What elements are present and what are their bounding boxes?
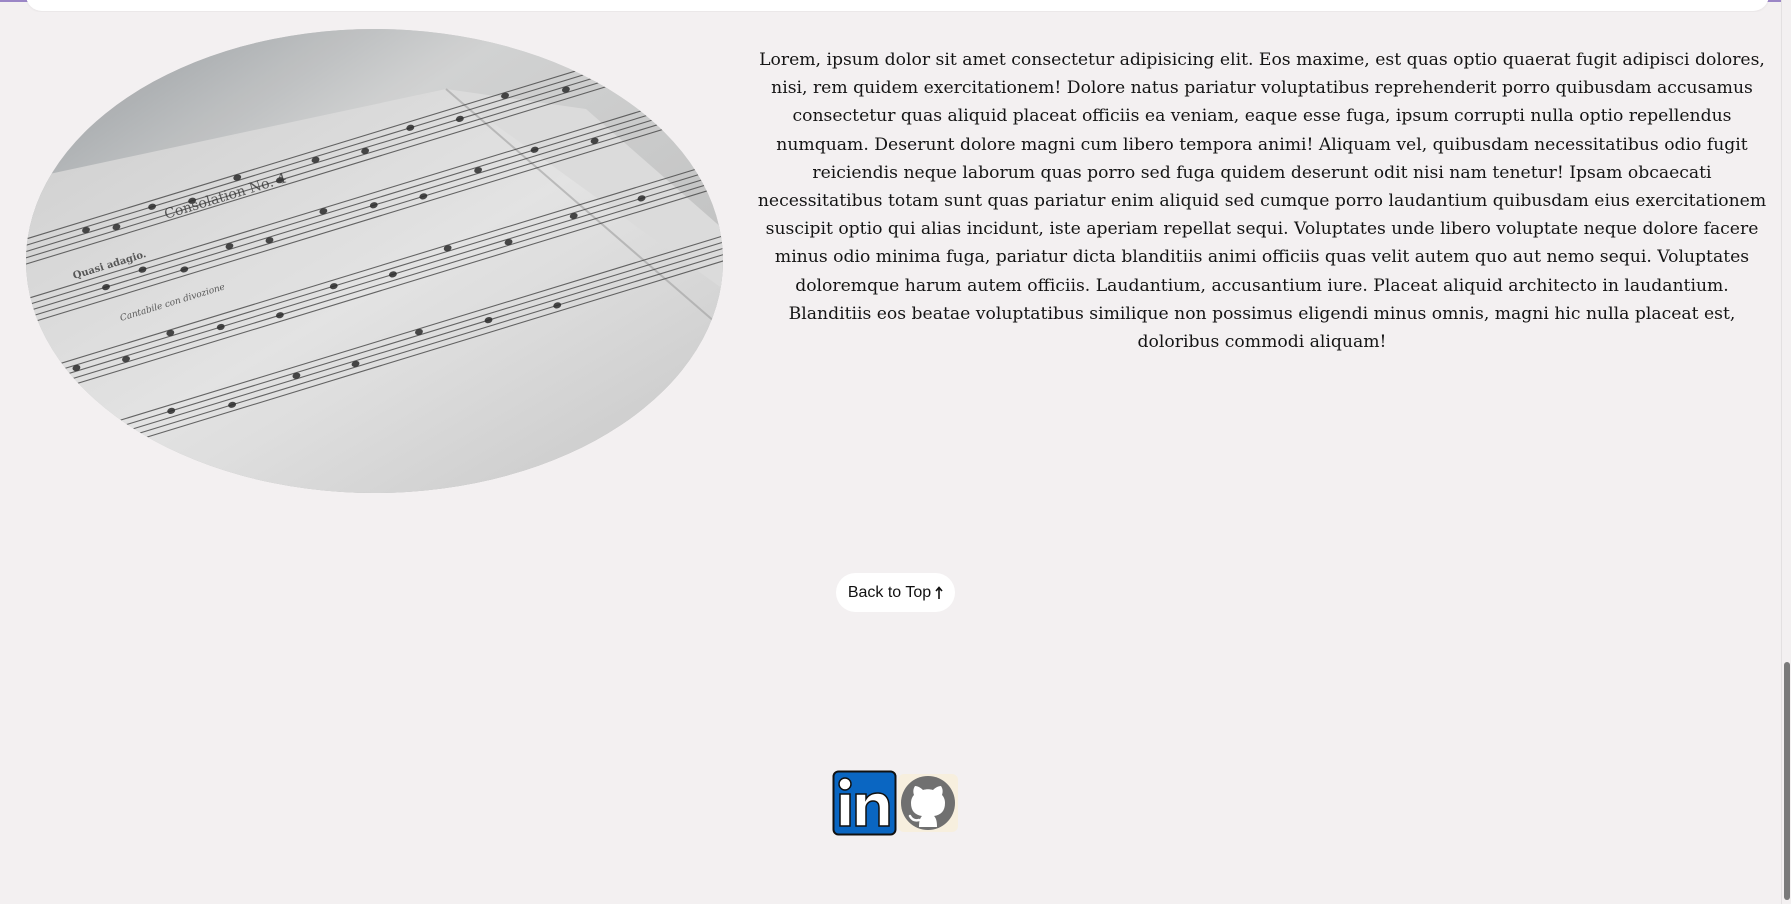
back-to-top-button[interactable]: Back to Top <box>836 573 955 612</box>
linkedin-icon <box>832 770 897 836</box>
linkedin-link[interactable] <box>832 770 897 836</box>
vertical-scrollbar[interactable] <box>1781 0 1791 904</box>
github-icon <box>898 770 958 836</box>
article-paragraph: Lorem, ipsum dolor sit amet consectetur … <box>757 50 1767 353</box>
sheet-music-image: Consolation No. 4 Quasi adagio. Cantabil… <box>26 29 723 493</box>
sheet-music-photo: Consolation No. 4 Quasi adagio. Cantabil… <box>26 29 723 493</box>
github-link[interactable] <box>898 770 958 836</box>
back-to-top-label: Back to Top <box>847 583 932 601</box>
arrow-up-icon <box>935 585 943 600</box>
header-card-bottom <box>26 0 1769 11</box>
scrollbar-thumb[interactable] <box>1784 662 1790 900</box>
header-edge <box>0 0 1781 12</box>
